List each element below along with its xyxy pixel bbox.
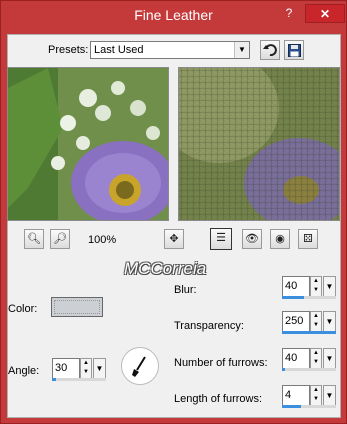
move-icon: ✥ [169, 233, 179, 245]
transparency-input[interactable]: 250 [282, 311, 310, 332]
title-bar[interactable]: Fine Leather ? ✕ [1, 1, 346, 33]
furrows-slider-track[interactable] [282, 368, 336, 371]
furrows-input[interactable]: 40 [282, 348, 310, 369]
angle-dial[interactable] [121, 347, 159, 385]
furrows-slider-fill [282, 368, 285, 371]
length-label: Length of furrows: [174, 393, 263, 405]
presets-label: Presets: [48, 44, 89, 56]
angle-stepper[interactable]: ▲ ▼ [80, 358, 92, 379]
furrows-label: Number of furrows: [174, 357, 268, 369]
eye-icon: ◉ [275, 233, 285, 245]
close-button[interactable]: ✕ [305, 4, 345, 23]
angle-dropdown[interactable]: ▼ [93, 358, 106, 379]
zoom-out-button[interactable]: 🔍︎ [24, 229, 44, 249]
color-label: Color: [8, 303, 38, 315]
length-spinner[interactable]: 4 ▲ ▼ ▼ [282, 385, 336, 409]
length-slider-fill [282, 405, 301, 408]
zoom-level: 100% [88, 234, 117, 246]
transparency-slider-fill [282, 331, 336, 334]
result-preview[interactable] [178, 67, 340, 221]
leather-result-image [179, 68, 339, 220]
blur-label: Blur: [174, 284, 197, 296]
blur-slider-fill [282, 296, 304, 299]
reset-button[interactable] [260, 40, 280, 60]
dialog-body: Presets: Last Used ▼ 🔍︎ 🔎︎ 100% ✥ ☰ 👁︎ ◉… [7, 34, 341, 418]
randomize-button[interactable]: ⚄ [298, 229, 318, 249]
transparency-label: Transparency: [174, 320, 244, 332]
color-swatch[interactable] [51, 297, 103, 317]
angle-input[interactable]: 30 [52, 358, 80, 379]
settings-tab-button[interactable]: ☰ [210, 228, 232, 250]
furrows-dropdown[interactable]: ▼ [323, 348, 336, 369]
flowers-image [8, 68, 168, 220]
auto-proof-button[interactable]: 👁︎ [242, 229, 262, 249]
angle-slider-fill [52, 378, 56, 381]
zoom-in-button[interactable]: 🔎︎ [50, 229, 70, 249]
eye-lock-icon: 👁︎ [245, 233, 259, 245]
list-icon: ☰ [216, 232, 226, 244]
brush-icon [132, 356, 146, 377]
undo-icon [263, 44, 277, 57]
presets-dropdown[interactable]: Last Used ▼ [90, 41, 250, 59]
blur-stepper[interactable]: ▲ ▼ [310, 276, 322, 297]
blur-input[interactable]: 40 [282, 276, 310, 297]
zoom-out-icon: 🔍︎ [27, 233, 41, 245]
help-button[interactable]: ? [275, 4, 303, 23]
dice-icon: ⚄ [303, 233, 313, 245]
proof-button[interactable]: ◉ [270, 229, 290, 249]
blur-dropdown[interactable]: ▼ [323, 276, 336, 297]
plugin-window: Fine Leather ? ✕ Presets: Last Used ▼ 🔍︎… [0, 0, 347, 424]
angle-spinner[interactable]: 30 ▲ ▼ ▼ [52, 358, 106, 382]
angle-slider-track[interactable] [52, 378, 106, 381]
watermark-text: MCCorreia [124, 259, 207, 278]
furrows-spinner[interactable]: 40 ▲ ▼ ▼ [282, 348, 336, 372]
transparency-stepper[interactable]: ▲ ▼ [310, 311, 322, 332]
furrows-stepper[interactable]: ▲ ▼ [310, 348, 322, 369]
original-preview[interactable] [7, 67, 169, 221]
save-preset-button[interactable] [284, 40, 304, 60]
zoom-in-icon: 🔎︎ [53, 233, 67, 245]
chevron-down-icon[interactable]: ▼ [234, 42, 249, 58]
length-dropdown[interactable]: ▼ [323, 385, 336, 406]
length-stepper[interactable]: ▲ ▼ [310, 385, 322, 406]
transparency-spinner[interactable]: 250 ▲ ▼ ▼ [282, 311, 336, 335]
save-icon [287, 44, 301, 57]
angle-label: Angle: [8, 365, 40, 377]
pan-button[interactable]: ✥ [164, 229, 184, 249]
presets-value: Last Used [94, 44, 144, 56]
transparency-dropdown[interactable]: ▼ [323, 311, 336, 332]
length-input[interactable]: 4 [282, 385, 310, 406]
blur-spinner[interactable]: 40 ▲ ▼ ▼ [282, 276, 336, 300]
